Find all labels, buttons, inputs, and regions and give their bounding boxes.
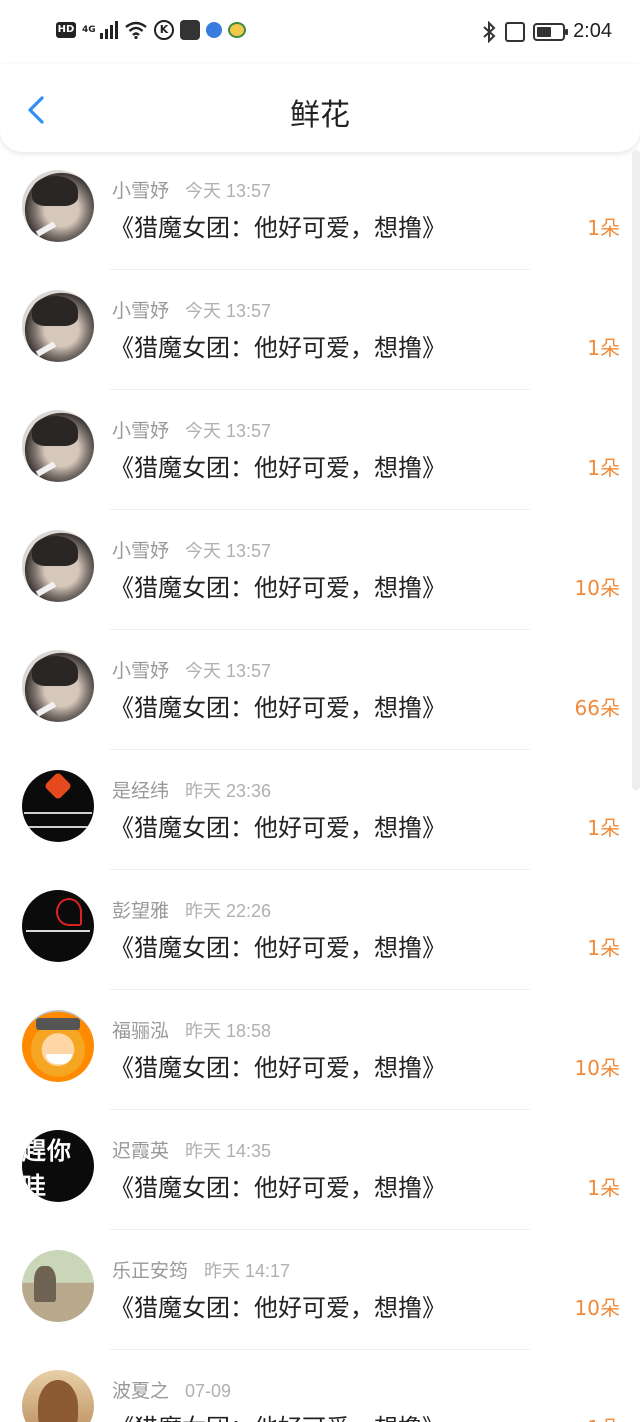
timestamp: 昨天 18:58	[185, 1021, 272, 1041]
list-item[interactable]: 趕你哇 迟霞英 昨天 14:35 《猎魔女团：他好可爱，想撸》 1朵	[0, 1110, 640, 1230]
network-type-label: 4G	[82, 24, 96, 35]
scrollbar[interactable]	[632, 150, 640, 790]
flower-count: 1朵	[587, 1412, 620, 1422]
flower-count: 1朵	[587, 456, 620, 480]
avatar[interactable]	[22, 170, 94, 242]
book-title: 《猎魔女团：他好可爱，想撸》	[110, 454, 446, 482]
list-item[interactable]: 小雪妤 今天 13:57 《猎魔女团：他好可爱，想撸》 1朵	[0, 150, 640, 270]
row-meta: 是经纬 昨天 23:36	[112, 776, 271, 803]
book-title: 《猎魔女团：他好可爱，想撸》	[110, 1054, 446, 1082]
list-item[interactable]: 是经纬 昨天 23:36 《猎魔女团：他好可爱，想撸》 1朵	[0, 750, 640, 870]
row-meta: 小雪妤 今天 13:57	[112, 176, 271, 203]
timestamp: 今天 13:57	[185, 181, 272, 201]
flower-count: 66朵	[574, 696, 620, 720]
avatar-text: 趕你哇	[22, 1137, 72, 1200]
face-app-icon	[228, 22, 246, 38]
hd-icon: HD	[56, 22, 76, 38]
timestamp: 今天 13:57	[185, 301, 272, 321]
navigation-bar: 鲜花	[0, 64, 640, 152]
vibrate-icon	[505, 21, 526, 42]
book-title: 《猎魔女团：他好可爱，想撸》	[110, 214, 446, 242]
avatar[interactable]	[22, 1010, 94, 1082]
timestamp: 昨天 14:17	[204, 1261, 291, 1281]
row-meta: 小雪妤 今天 13:57	[112, 656, 271, 683]
timestamp: 今天 13:57	[185, 421, 272, 441]
flower-count: 1朵	[587, 216, 620, 240]
flower-count: 1朵	[587, 336, 620, 360]
book-title: 《猎魔女团：他好可爱，想撸》	[110, 1408, 446, 1422]
avatar[interactable]	[22, 530, 94, 602]
timestamp: 昨天 22:26	[185, 901, 272, 921]
avatar[interactable]	[22, 650, 94, 722]
sender-name[interactable]: 彭望雅	[112, 900, 169, 922]
row-meta: 波夏之 07-09	[112, 1376, 231, 1403]
timestamp: 昨天 14:35	[185, 1141, 272, 1161]
avatar[interactable]: 趕你哇	[22, 1130, 94, 1202]
row-meta: 乐正安筠 昨天 14:17	[112, 1256, 290, 1283]
book-title: 《猎魔女团：他好可爱，想撸》	[110, 694, 446, 722]
list-item[interactable]: 彭望雅 昨天 22:26 《猎魔女团：他好可爱，想撸》 1朵	[0, 870, 640, 990]
flower-count: 1朵	[587, 816, 620, 840]
list-item[interactable]: 乐正安筠 昨天 14:17 《猎魔女团：他好可爱，想撸》 10朵	[0, 1230, 640, 1350]
list-item[interactable]: 小雪妤 今天 13:57 《猎魔女团：他好可爱，想撸》 1朵	[0, 270, 640, 390]
list-item[interactable]: 小雪妤 今天 13:57 《猎魔女团：他好可爱，想撸》 66朵	[0, 630, 640, 750]
book-title: 《猎魔女团：他好可爱，想撸》	[110, 1174, 446, 1202]
book-title: 《猎魔女团：他好可爱，想撸》	[110, 574, 446, 602]
sender-name[interactable]: 是经纬	[112, 780, 169, 802]
sender-name[interactable]: 迟霞英	[112, 1140, 169, 1162]
battery-icon	[533, 22, 569, 41]
flower-count: 10朵	[574, 1296, 620, 1320]
avatar[interactable]	[22, 1370, 94, 1422]
timestamp: 今天 13:57	[185, 661, 272, 681]
row-meta: 彭望雅 昨天 22:26	[112, 896, 271, 923]
avatar[interactable]	[22, 290, 94, 362]
row-meta: 小雪妤 今天 13:57	[112, 296, 271, 323]
signal-icon	[100, 21, 118, 39]
clock: 2:04	[573, 20, 612, 42]
blue-app-icon	[206, 22, 222, 38]
list-item[interactable]: 波夏之 07-09 《猎魔女团：他好可爱，想撸》 1朵	[0, 1350, 640, 1422]
status-bar: HD 4G K 2:04	[0, 0, 640, 64]
sender-name[interactable]: 小雪妤	[112, 540, 169, 562]
battery-fill	[537, 26, 552, 37]
flower-count: 10朵	[574, 576, 620, 600]
sender-name[interactable]: 小雪妤	[112, 300, 169, 322]
wifi-icon	[125, 21, 147, 39]
sender-name[interactable]: 乐正安筠	[112, 1260, 188, 1282]
app-icon	[180, 20, 200, 40]
row-meta: 福骊泓 昨天 18:58	[112, 1016, 271, 1043]
list-item[interactable]: 小雪妤 今天 13:57 《猎魔女团：他好可爱，想撸》 10朵	[0, 510, 640, 630]
list-item[interactable]: 福骊泓 昨天 18:58 《猎魔女团：他好可爱，想撸》 10朵	[0, 990, 640, 1110]
sender-name[interactable]: 小雪妤	[112, 180, 169, 202]
bluetooth-icon	[483, 20, 496, 43]
avatar[interactable]	[22, 890, 94, 962]
timestamp: 昨天 23:36	[185, 781, 272, 801]
list-item[interactable]: 小雪妤 今天 13:57 《猎魔女团：他好可爱，想撸》 1朵	[0, 390, 640, 510]
row-meta: 小雪妤 今天 13:57	[112, 536, 271, 563]
sender-name[interactable]: 福骊泓	[112, 1020, 169, 1042]
timestamp: 07-09	[185, 1381, 232, 1401]
flower-record-list: 小雪妤 今天 13:57 《猎魔女团：他好可爱，想撸》 1朵 小雪妤 今天 13:57 《猎…	[0, 150, 640, 1422]
page-title: 鲜花	[290, 98, 350, 133]
book-title: 《猎魔女团：他好可爱，想撸》	[110, 1294, 446, 1322]
timestamp: 今天 13:57	[185, 541, 272, 561]
flower-count: 10朵	[574, 1056, 620, 1080]
sender-name[interactable]: 小雪妤	[112, 660, 169, 682]
book-title: 《猎魔女团：他好可爱，想撸》	[110, 814, 446, 842]
k-icon: K	[154, 20, 174, 40]
row-meta: 小雪妤 今天 13:57	[112, 416, 271, 443]
flower-count: 1朵	[587, 1176, 620, 1200]
flower-count: 1朵	[587, 936, 620, 960]
row-meta: 迟霞英 昨天 14:35	[112, 1136, 271, 1163]
status-left-icons: HD 4G K	[56, 20, 246, 40]
avatar[interactable]	[22, 410, 94, 482]
book-title: 《猎魔女团：他好可爱，想撸》	[110, 334, 446, 362]
book-title: 《猎魔女团：他好可爱，想撸》	[110, 934, 446, 962]
sender-name[interactable]: 小雪妤	[112, 420, 169, 442]
avatar[interactable]	[22, 1250, 94, 1322]
avatar[interactable]	[22, 770, 94, 842]
status-right-icons: 2:04	[481, 20, 612, 43]
sender-name[interactable]: 波夏之	[112, 1380, 169, 1402]
